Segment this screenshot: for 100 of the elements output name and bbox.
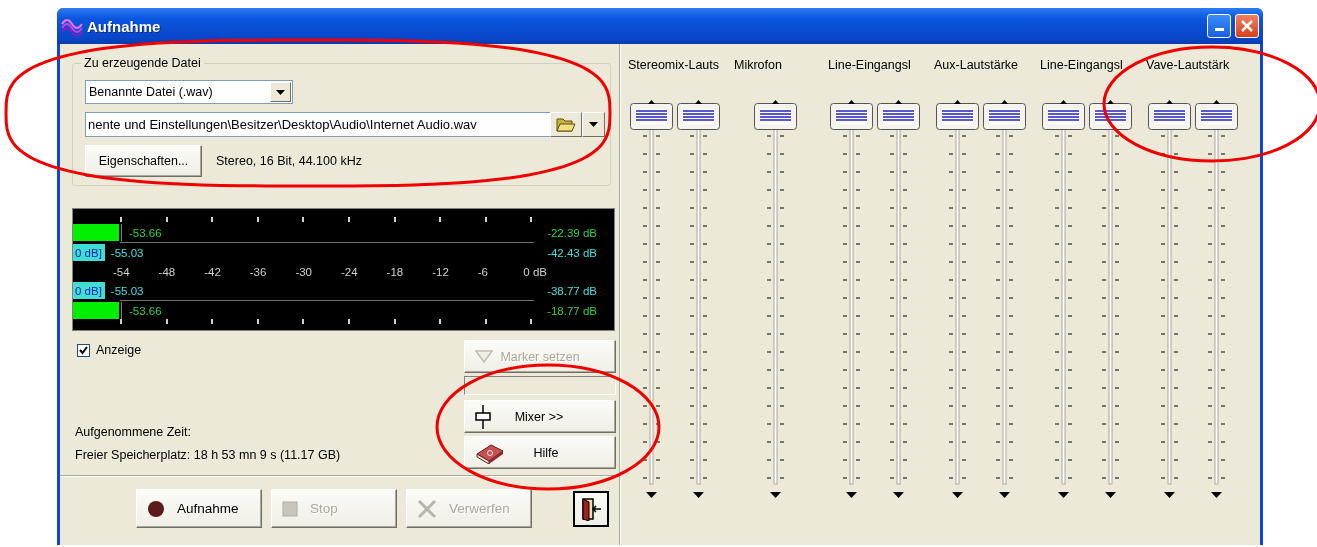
scale-label: -42 [204, 265, 221, 278]
slider-thumb[interactable] [1195, 100, 1238, 130]
channel-label: Mikrofon [734, 58, 783, 74]
slider-thumb[interactable] [830, 100, 873, 130]
channel-tag: 0 dB] [73, 244, 105, 261]
down-arrow-icon [646, 492, 657, 498]
meter-reading: -22.39 dB [547, 226, 597, 239]
meter-reading: -18.77 dB [547, 304, 597, 317]
slider-track[interactable] [828, 100, 875, 488]
tick-mark [347, 319, 350, 324]
down-arrow-icon [999, 492, 1010, 498]
folder-icon [556, 117, 576, 132]
tick-mark [439, 217, 442, 222]
tick-mark [484, 319, 487, 324]
mixer-button[interactable]: Mixer >> [464, 400, 616, 433]
record-button[interactable]: Aufnahme [136, 489, 262, 528]
minimize-button[interactable] [1207, 14, 1231, 38]
tick-mark [347, 217, 350, 222]
close-icon [1241, 20, 1253, 32]
slider-thumb[interactable] [983, 100, 1026, 130]
tick-mark [256, 217, 259, 222]
file-type-dropdown[interactable]: Benannte Datei (.wav) [85, 80, 293, 104]
record-icon [147, 499, 165, 518]
tick-mark [165, 217, 168, 222]
slider-thumb[interactable] [936, 100, 979, 130]
slider-track[interactable] [1146, 100, 1193, 488]
scale-label: -54 [113, 265, 130, 278]
slider-thumb[interactable] [877, 100, 920, 130]
down-arrow-icon [1058, 492, 1069, 498]
scale-label: -6 [477, 265, 488, 278]
tick-mark [393, 217, 396, 222]
meter-reading: -38.77 dB [547, 284, 597, 297]
help-button[interactable]: Hilfe [464, 436, 616, 469]
slider-thumb[interactable] [677, 100, 720, 130]
tick-mark [484, 217, 487, 222]
checkbox-label[interactable]: Anzeige [96, 343, 142, 357]
down-arrow-icon [1164, 492, 1175, 498]
minimize-icon [1214, 28, 1224, 31]
window-title: Aufnahme [87, 17, 161, 35]
slider-track[interactable] [628, 100, 675, 488]
tick-mark [530, 217, 533, 222]
slider-track[interactable] [751, 100, 799, 488]
slider-icon [475, 404, 491, 429]
meter-value: -55.03 [110, 284, 144, 297]
scale-label: -24 [340, 265, 358, 278]
channel-label: Aux-Lautstärke [934, 58, 1020, 74]
recorded-time-label: Aufgenommene Zeit: [74, 424, 193, 441]
scale-label: -48 [158, 265, 176, 278]
tick-mark [211, 319, 214, 324]
channel-label: Vave-Lautstärk [1146, 58, 1231, 74]
slider-thumb[interactable] [753, 100, 797, 130]
scale-label: -30 [295, 265, 312, 278]
scale-label: -36 [249, 265, 267, 278]
exit-button[interactable] [573, 490, 609, 527]
channel-tag: 0 dB] [73, 282, 105, 299]
down-arrow-icon [893, 492, 904, 498]
properties-button[interactable]: Eigenschaften... [85, 145, 202, 177]
down-arrow-icon [1211, 492, 1222, 498]
close-button[interactable] [1235, 14, 1259, 38]
tick-mark [256, 319, 259, 324]
down-arrow-icon [952, 492, 963, 498]
slider-track[interactable] [934, 100, 981, 488]
checkbox[interactable] [77, 343, 90, 357]
meter-value: -53.66 [129, 304, 162, 317]
waveform-icon [61, 16, 83, 36]
marker-icon [475, 349, 493, 364]
scale-label: 0 dB [523, 265, 547, 278]
scale-label: -18 [386, 265, 404, 278]
slider-track[interactable] [1087, 100, 1134, 488]
scale-label: -12 [432, 265, 449, 278]
slider-track[interactable] [1040, 100, 1087, 488]
group-title: Zu erzeugende Datei [83, 56, 202, 70]
exit-door-icon [580, 496, 602, 521]
slider-track[interactable] [675, 100, 722, 488]
slider-thumb[interactable] [630, 100, 673, 130]
tick-mark [302, 319, 305, 324]
meter-value: -53.66 [129, 226, 162, 239]
cross-icon [417, 498, 437, 519]
down-arrow-icon [693, 492, 704, 498]
slider-track[interactable] [875, 100, 922, 488]
slider-thumb[interactable] [1042, 100, 1085, 130]
down-arrow-icon [769, 492, 781, 498]
tick-mark [530, 319, 533, 324]
slider-track[interactable] [981, 100, 1028, 488]
format-text: Stereo, 16 Bit, 44.100 kHz [216, 154, 362, 168]
tick-mark [393, 319, 396, 324]
slider-thumb[interactable] [1148, 100, 1191, 130]
tick-mark [211, 217, 214, 222]
file-path-field[interactable]: nente und Einstellungen\Besitzer\Desktop\Audio\Internet Audio.wav [85, 112, 550, 137]
tick-mark [120, 217, 122, 222]
meter-value: -55.03 [110, 246, 144, 259]
dropdown-button[interactable] [582, 112, 605, 137]
slider-thumb[interactable] [1089, 100, 1132, 130]
tick-mark [439, 319, 442, 324]
caret-icon [276, 89, 285, 95]
stop-icon [282, 500, 298, 517]
tick-mark [165, 319, 168, 324]
slider-track[interactable] [1193, 100, 1240, 488]
marker-field[interactable] [464, 376, 616, 395]
browse-button[interactable] [550, 112, 582, 137]
